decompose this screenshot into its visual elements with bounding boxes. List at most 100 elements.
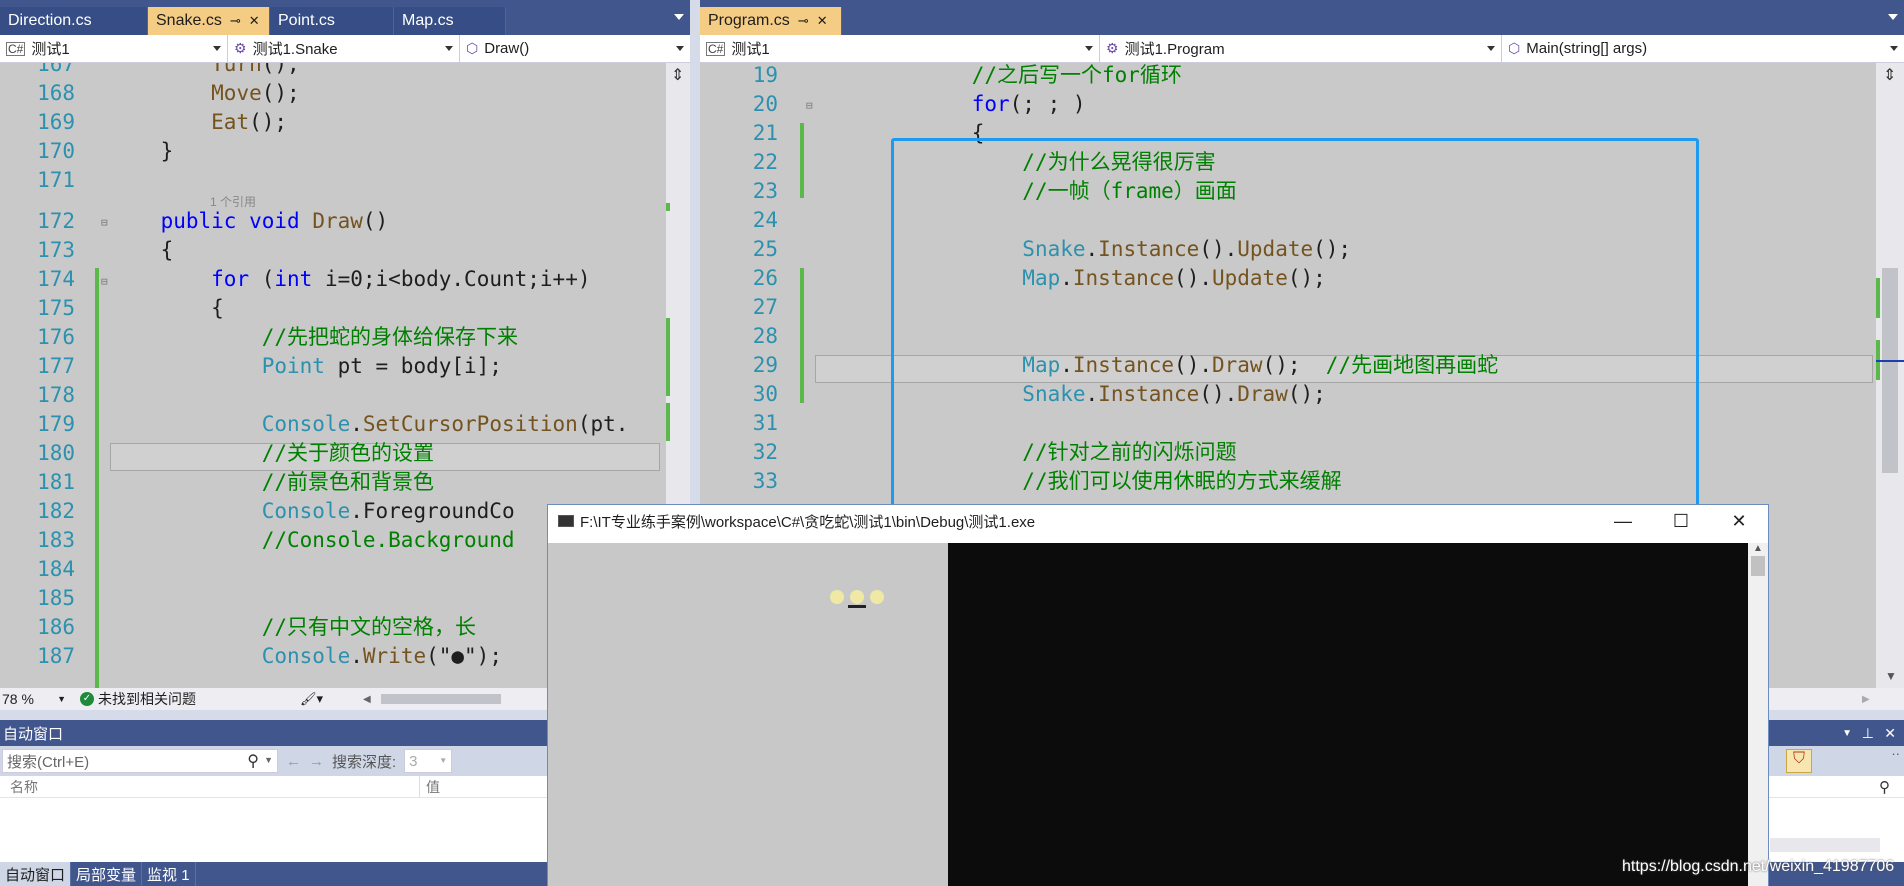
column-name[interactable]: 名称 (0, 776, 420, 797)
close-icon[interactable]: ✕ (817, 13, 828, 29)
code-line[interactable]: 180 //关于颜色的设置 (0, 439, 666, 468)
code-line[interactable]: 178 (0, 381, 666, 410)
brush-icon[interactable]: 🖌▾ (300, 691, 323, 707)
project-dropdown[interactable]: C# 测试1 (0, 35, 228, 62)
code-line[interactable]: 175 { (0, 294, 666, 323)
line-number: 178 (37, 383, 75, 407)
scroll-thumb[interactable] (1882, 268, 1898, 473)
tab-list-dropdown-icon[interactable] (674, 14, 684, 20)
code-line[interactable]: 174 for (int i=0;i<body.Count;i++) (0, 265, 666, 294)
chevron-down-icon (1487, 46, 1495, 51)
class-dropdown[interactable]: ⚙ 测试1.Snake (228, 35, 460, 62)
close-icon[interactable]: ✕ (249, 13, 260, 29)
member-dropdown[interactable]: ⬡ Main(string[] args) (1502, 35, 1904, 62)
auto-window-hscroll[interactable] (1770, 838, 1880, 852)
line-number: 182 (37, 499, 75, 523)
class-icon: ⚙ (1106, 40, 1119, 56)
search-placeholder: 搜索(Ctrl+E) (7, 753, 90, 771)
tab-map[interactable]: Map.cs (394, 7, 506, 35)
search-icon[interactable]: ⚲ (247, 751, 259, 771)
code-line[interactable]: 176 //先把蛇的身体给保存下来 (0, 323, 666, 352)
chevron-down-icon (1085, 46, 1093, 51)
console-title-bar[interactable]: F:\IT专业练手案例\workspace\C#\贪吃蛇\测试1\bin\Deb… (548, 505, 1768, 537)
code-line[interactable]: 167 Turn(); (0, 63, 666, 79)
caret-position-marker (1876, 360, 1904, 362)
tab-list-dropdown-icon[interactable] (1888, 14, 1898, 20)
code-line[interactable]: 179 Console.SetCursorPosition(pt. (0, 410, 666, 439)
code-text: //关于颜色的设置 (261, 441, 435, 465)
code-line[interactable]: 169 Eat(); (0, 108, 666, 137)
tab-direction[interactable]: Direction.cs (0, 7, 148, 35)
tab-watch-1[interactable]: 监视 1 (142, 862, 196, 886)
scroll-up-icon[interactable]: ▲ (1748, 543, 1768, 554)
code-line[interactable]: 177 Point pt = body[i]; (0, 352, 666, 381)
console-scrollbar[interactable]: ▲ (1748, 543, 1768, 886)
pin-icon[interactable]: ⊸ (230, 13, 241, 29)
code-line[interactable]: 168 Move(); (0, 79, 666, 108)
line-number: 27 (752, 295, 778, 319)
split-icon[interactable]: ⇕ (1883, 65, 1896, 85)
code-line[interactable]: 171 (0, 166, 666, 195)
scroll-down-icon[interactable]: ▼ (1885, 669, 1897, 683)
code-text: public void Draw() (160, 209, 389, 233)
scroll-thumb[interactable] (1751, 556, 1765, 576)
forward-arrow-icon[interactable]: → (309, 753, 324, 770)
line-number: 180 (37, 441, 75, 465)
code-text: //Console.Background (261, 528, 515, 552)
tab-auto-window[interactable]: 自动窗口 (0, 862, 72, 886)
column-value[interactable]: 值 (420, 776, 440, 797)
scroll-right-icon[interactable]: ▶ (1862, 694, 1870, 705)
split-icon[interactable]: ⇕ (671, 65, 684, 85)
line-number: 173 (37, 238, 75, 262)
back-arrow-icon[interactable]: ← (286, 753, 301, 770)
code-line[interactable]: 172 public void Draw() (0, 207, 666, 236)
member-dropdown[interactable]: ⬡ Draw() (460, 35, 690, 62)
line-number: 26 (752, 266, 778, 290)
zoom-level[interactable]: 78 % ▼ (2, 691, 70, 707)
maximize-button[interactable]: ☐ (1652, 505, 1710, 537)
line-number: 177 (37, 354, 75, 378)
project-dropdown[interactable]: C# 测试1 (700, 35, 1100, 62)
pin-icon[interactable]: ⊸ (798, 13, 809, 29)
chevron-down-icon[interactable]: ▼ (264, 755, 273, 765)
code-text: Move(); (211, 81, 300, 105)
issues-indicator[interactable]: ✓ 未找到相关问题 (80, 689, 290, 709)
depth-dropdown[interactable]: 3 ▼ (404, 749, 453, 773)
horizontal-scroll-thumb[interactable] (380, 694, 501, 704)
code-text: Console.Write("●"); (261, 644, 502, 668)
close-icon[interactable]: ✕ (1884, 725, 1896, 742)
console-window[interactable]: F:\IT专业练手案例\workspace\C#\贪吃蛇\测试1\bin\Deb… (547, 504, 1769, 886)
code-line[interactable]: 173 { (0, 236, 666, 265)
code-line[interactable]: 181 //前景色和背景色 (0, 468, 666, 497)
line-number: 174 (37, 267, 75, 291)
line-number: 19 (752, 63, 778, 87)
close-button[interactable]: ✕ (1710, 505, 1768, 537)
line-number: 24 (752, 208, 778, 232)
scroll-left-icon[interactable]: ◀ (363, 694, 371, 705)
right-tab-strip: Program.cs ⊸ ✕ (700, 0, 1904, 35)
line-number: 32 (752, 440, 778, 464)
search-icon[interactable]: ⚲ (1879, 778, 1890, 796)
code-line[interactable]: 19 //之后写一个for循环 (700, 63, 1876, 90)
code-line[interactable]: 170 } (0, 137, 666, 166)
minimize-button[interactable]: — (1594, 505, 1652, 537)
tab-locals[interactable]: 局部变量 (71, 862, 143, 886)
line-number: 187 (37, 644, 75, 668)
line-number: 22 (752, 150, 778, 174)
line-number: 168 (37, 81, 75, 105)
search-input[interactable]: 搜索(Ctrl+E) ⚲ ▼ (2, 749, 278, 773)
right-editor-scrollbar[interactable]: ⇕ ▼ (1876, 63, 1904, 688)
filter-icon[interactable]: ⛉ (1786, 749, 1812, 773)
panel-menu-icon[interactable]: ▼ (1842, 728, 1852, 739)
code-line[interactable]: 20 for(; ; ) (700, 90, 1876, 119)
tab-program[interactable]: Program.cs ⊸ ✕ (700, 7, 842, 35)
class-dropdown[interactable]: ⚙ 测试1.Program (1100, 35, 1502, 62)
tab-point[interactable]: Point.cs (270, 7, 394, 35)
tab-snake[interactable]: Snake.cs ⊸ ✕ (148, 7, 270, 35)
class-name: 测试1.Snake (252, 41, 338, 58)
line-number: 29 (752, 353, 778, 377)
more-icon[interactable]: ·· (1891, 746, 1900, 761)
left-tab-strip: Direction.cs Snake.cs ⊸ ✕ Point.cs Map.cs (0, 0, 690, 35)
pin-icon[interactable]: ⊥ (1862, 725, 1874, 742)
snake-body-dot (830, 590, 844, 604)
